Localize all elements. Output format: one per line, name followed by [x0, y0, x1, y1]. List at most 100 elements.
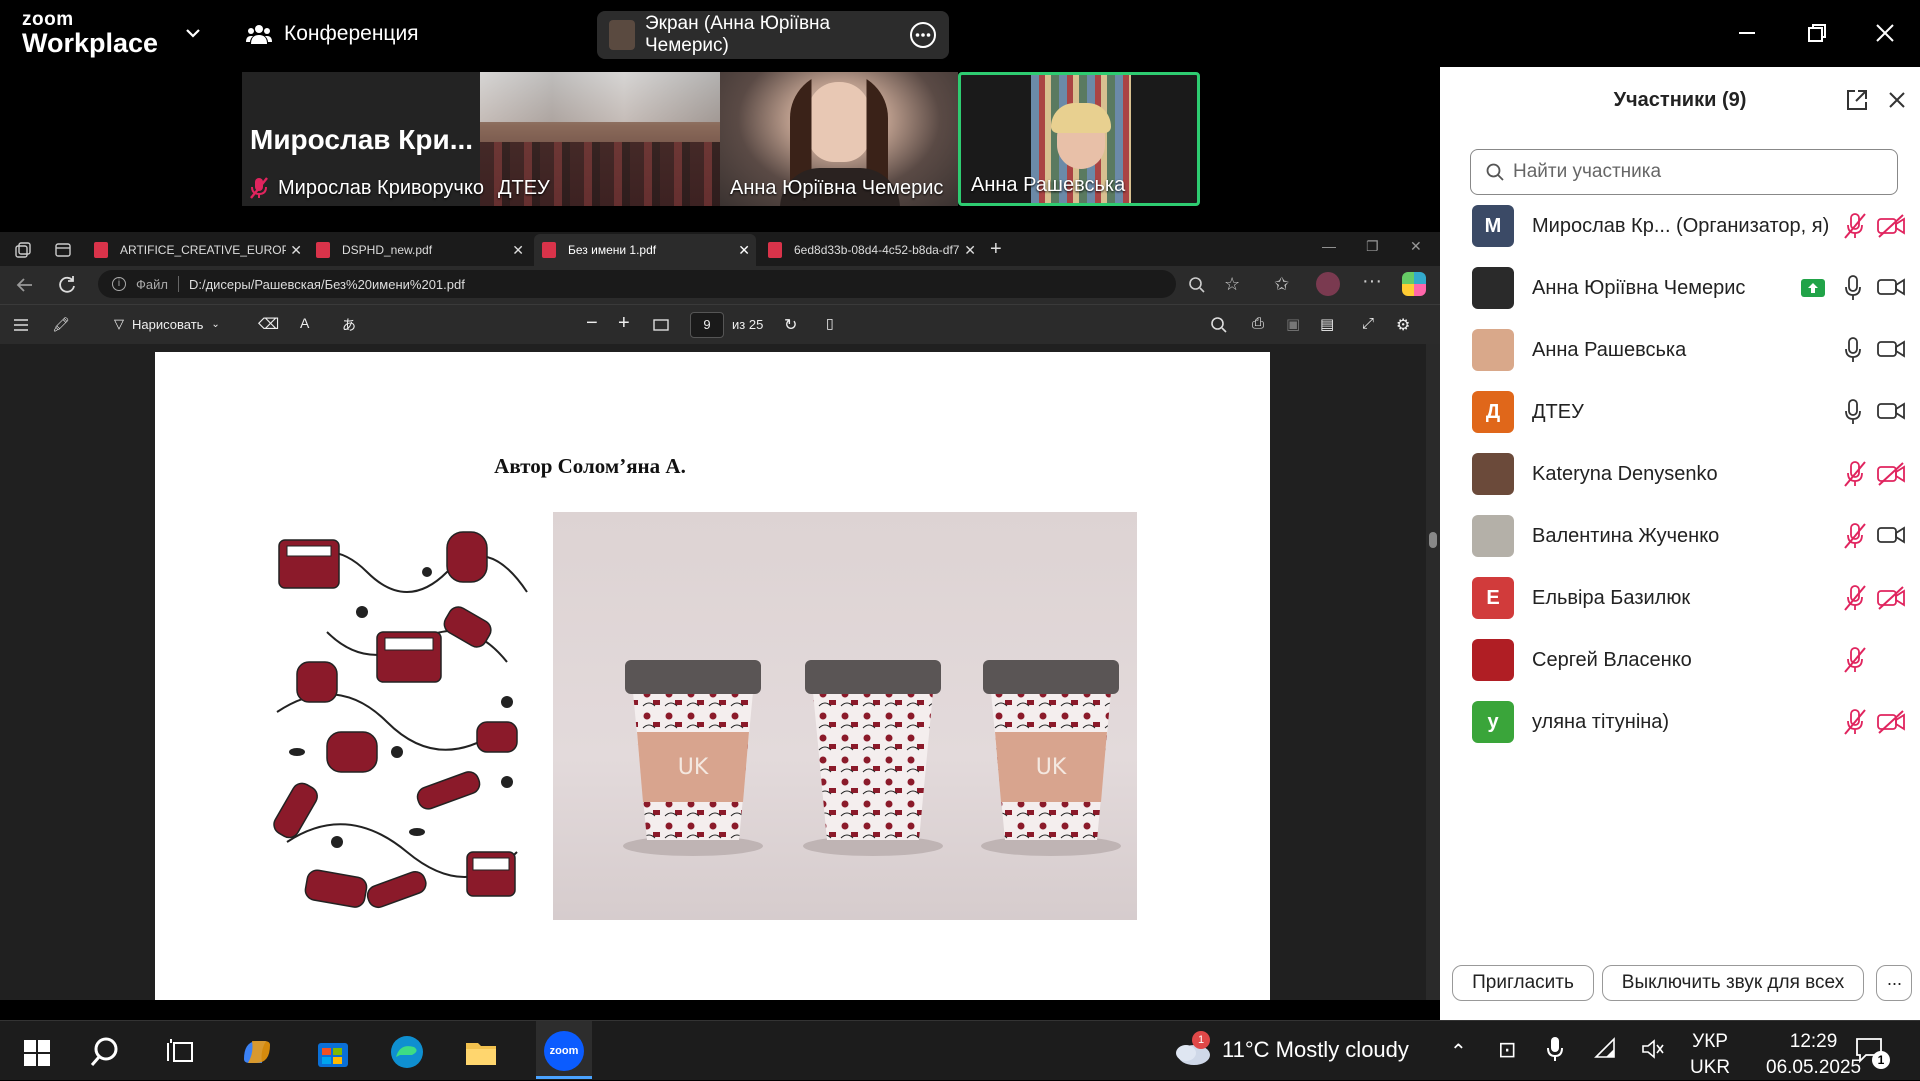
rotate-icon[interactable]: ↻: [784, 315, 797, 335]
close-tab-icon[interactable]: ✕: [964, 242, 976, 259]
page-view-icon[interactable]: ▯: [826, 315, 834, 332]
video-camera-icon[interactable]: [1876, 399, 1908, 427]
fullscreen-icon[interactable]: ⤢: [1362, 315, 1374, 332]
task-view-icon[interactable]: [160, 1031, 202, 1073]
workspaces-icon[interactable]: [14, 241, 32, 259]
save-icon[interactable]: ▣: [1286, 315, 1300, 333]
muted-mic-icon[interactable]: [1842, 460, 1870, 488]
translate-icon[interactable]: あ: [342, 315, 356, 335]
volume-muted-icon[interactable]: [1640, 1037, 1666, 1061]
muted-mic-icon[interactable]: [1842, 708, 1870, 736]
scrollbar-thumb[interactable]: [1429, 532, 1437, 548]
participant-row[interactable]: Анна Рашевська: [1440, 319, 1920, 381]
browser-tab[interactable]: 6ed8d33b-08d4-4c52-b8da-df7d... ✕: [760, 234, 982, 266]
participant-row[interactable]: у уляна тітуніна): [1440, 691, 1920, 753]
close-icon[interactable]: [1868, 16, 1902, 50]
weather-text[interactable]: 11°C Mostly cloudy: [1222, 1037, 1409, 1063]
more-options-button[interactable]: ···: [1876, 965, 1912, 1001]
pdf-scrollbar[interactable]: [1426, 344, 1440, 1000]
muted-mic-icon[interactable]: [1842, 646, 1870, 674]
screen-share-indicator[interactable]: Экран (Анна Юріївна Чемерис): [597, 11, 949, 59]
chevron-up-icon[interactable]: ⌃: [1450, 1039, 1467, 1064]
contents-icon[interactable]: [12, 316, 30, 334]
chevron-down-icon[interactable]: [184, 24, 202, 42]
save-as-icon[interactable]: ▤: [1320, 315, 1334, 333]
microsoft-store-icon[interactable]: [312, 1031, 354, 1073]
windows-start-icon[interactable]: [16, 1031, 58, 1073]
profile-avatar[interactable]: [1316, 272, 1340, 296]
wifi-icon[interactable]: [1594, 1037, 1618, 1061]
participant-row[interactable]: Сергей Власенко: [1440, 629, 1920, 691]
highlight-icon[interactable]: 🖍: [52, 316, 70, 333]
file-explorer-icon[interactable]: [460, 1031, 502, 1073]
search-icon[interactable]: [86, 1031, 128, 1073]
clock[interactable]: 12:29 06.05.2025: [1766, 1029, 1861, 1081]
participant-row[interactable]: Д ДТЕУ: [1440, 381, 1920, 443]
pop-out-icon[interactable]: [1844, 87, 1870, 113]
microphone-icon[interactable]: [1544, 1035, 1566, 1063]
muted-mic-icon[interactable]: [1842, 584, 1870, 612]
copilot-icon[interactable]: [1402, 272, 1426, 296]
edge-browser-icon[interactable]: [386, 1031, 428, 1073]
close-tab-icon[interactable]: ✕: [512, 242, 524, 259]
restore-icon[interactable]: [1800, 16, 1834, 50]
close-tab-icon[interactable]: ✕: [738, 242, 750, 259]
meet-now-icon[interactable]: ⊡: [1498, 1037, 1516, 1063]
meeting-menu[interactable]: Конференция: [246, 22, 419, 46]
url-bar[interactable]: i Файл D:/дисеры/Рашевская/Без%20имени%2…: [98, 270, 1176, 298]
back-arrow-icon[interactable]: [14, 274, 36, 296]
mute-all-button[interactable]: Выключить звук для всех: [1602, 965, 1864, 1001]
browser-tab[interactable]: DSPHD_new.pdf ✕: [308, 234, 530, 266]
invite-button[interactable]: Пригласить: [1452, 965, 1594, 1001]
draw-button[interactable]: ▽ Нарисовать ⌄: [114, 316, 220, 332]
video-off-icon[interactable]: [1876, 585, 1908, 613]
muted-mic-icon[interactable]: [1842, 212, 1870, 240]
browser-restore-icon[interactable]: ❐: [1366, 238, 1379, 255]
video-tile-active-speaker[interactable]: Анна Рашевська: [958, 72, 1200, 206]
reload-icon[interactable]: [56, 274, 78, 296]
read-aloud-icon[interactable]: A: [300, 315, 309, 331]
video-camera-icon[interactable]: [1876, 523, 1908, 551]
microphone-icon[interactable]: [1842, 274, 1870, 302]
participant-row[interactable]: Kateryna Denysenko: [1440, 443, 1920, 505]
browser-menu-icon[interactable]: ···: [1362, 270, 1382, 293]
close-panel-icon[interactable]: [1886, 89, 1908, 111]
favorites-icon[interactable]: ✩: [1274, 274, 1289, 295]
video-camera-icon[interactable]: [1876, 275, 1908, 303]
microphone-icon[interactable]: [1842, 336, 1870, 364]
keyboard-language[interactable]: УКР UKR: [1690, 1029, 1730, 1081]
new-tab-icon[interactable]: +: [990, 238, 1002, 261]
close-tab-icon[interactable]: ✕: [290, 242, 302, 259]
favorite-star-icon[interactable]: ☆: [1224, 274, 1240, 295]
page-number-input[interactable]: 9: [690, 312, 724, 338]
minimize-icon[interactable]: [1730, 16, 1764, 50]
video-off-icon[interactable]: [1876, 709, 1908, 737]
eraser-icon[interactable]: ⌫: [258, 315, 279, 333]
zoom-out-icon[interactable]: −: [586, 312, 598, 335]
video-off-icon[interactable]: [1876, 461, 1908, 489]
browser-tab[interactable]: ARTIFICE_CREATIVE_EUROPE_WP... ✕: [86, 234, 308, 266]
settings-gear-icon[interactable]: ⚙: [1396, 315, 1410, 335]
participant-row[interactable]: Анна Юріївна Чемерис: [1440, 257, 1920, 319]
participant-row[interactable]: Валентина Жученко: [1440, 505, 1920, 567]
participant-row[interactable]: М Мирослав Кр... (Организатор, я): [1440, 195, 1920, 257]
participant-row[interactable]: Е Ельвіра Базилюк: [1440, 567, 1920, 629]
zoom-in-icon[interactable]: +: [618, 312, 630, 335]
tab-actions-icon[interactable]: [54, 241, 72, 259]
zoom-icon[interactable]: [1188, 276, 1206, 294]
microphone-icon[interactable]: [1842, 398, 1870, 426]
more-options-icon[interactable]: [909, 21, 937, 49]
video-tile[interactable]: Анна Юріївна Чемерис: [720, 72, 958, 206]
video-camera-icon[interactable]: [1876, 337, 1908, 365]
video-off-icon[interactable]: [1876, 213, 1908, 241]
print-icon[interactable]: ⎙: [1252, 315, 1264, 332]
copilot-icon[interactable]: [236, 1031, 278, 1073]
search-icon[interactable]: [1210, 316, 1228, 334]
browser-minimize-icon[interactable]: —: [1322, 238, 1336, 254]
participant-search-input[interactable]: Найти участника: [1470, 149, 1898, 195]
browser-tab-active[interactable]: Без имени 1.pdf ✕: [534, 234, 756, 266]
fit-page-icon[interactable]: [652, 316, 670, 334]
browser-close-icon[interactable]: ✕: [1410, 238, 1422, 255]
zoom-taskbar-button[interactable]: zoom: [536, 1021, 592, 1079]
muted-mic-icon[interactable]: [1842, 522, 1870, 550]
